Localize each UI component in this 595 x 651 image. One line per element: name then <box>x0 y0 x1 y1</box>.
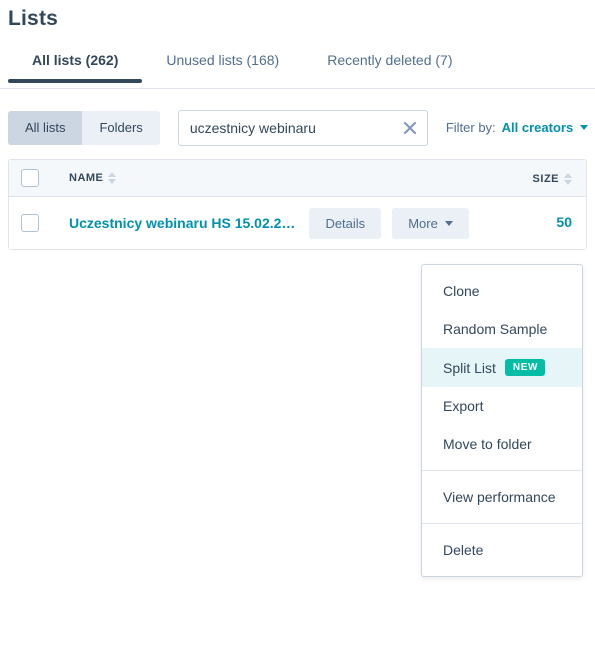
list-size-value: 50 <box>556 214 572 230</box>
menu-item-view-performance-label: View performance <box>443 489 556 505</box>
more-menu: Clone Random Sample Split List NEW Expor… <box>421 264 583 577</box>
more-button[interactable]: More <box>392 207 469 239</box>
page-title: Lists <box>8 7 59 30</box>
menu-separator <box>422 523 582 524</box>
row-size-cell: 50 <box>510 214 572 232</box>
menu-item-random-sample-label: Random Sample <box>443 321 548 337</box>
menu-item-move-to-folder[interactable]: Move to folder <box>422 425 582 463</box>
controls-row: All lists Folders Filter by: All creator… <box>0 89 595 149</box>
menu-item-export[interactable]: Export <box>422 387 582 425</box>
list-name-link[interactable]: Uczestnicy webinaru HS 15.02.2… <box>69 215 295 231</box>
more-button-label: More <box>408 215 438 231</box>
menu-item-delete[interactable]: Delete <box>422 531 582 569</box>
column-header-size[interactable]: SIZE <box>510 169 572 187</box>
chevron-down-icon <box>444 220 453 226</box>
search-input[interactable] <box>177 109 428 146</box>
close-icon[interactable] <box>401 119 419 137</box>
chevron-down-icon[interactable] <box>580 125 589 130</box>
menu-item-delete-label: Delete <box>443 542 484 558</box>
tab-recently-deleted[interactable]: Recently deleted (7) <box>303 52 476 81</box>
view-toggle-all-lists[interactable]: All lists <box>8 110 83 145</box>
search-box <box>177 109 428 146</box>
filter-by-value[interactable]: All creators <box>502 120 574 135</box>
view-toggle-group: All lists Folders <box>8 110 160 145</box>
tab-unused-lists[interactable]: Unused lists (168) <box>142 52 303 81</box>
view-toggle-folders[interactable]: Folders <box>82 110 160 145</box>
menu-item-clone[interactable]: Clone <box>422 272 582 310</box>
column-header-name-label: NAME <box>69 172 104 184</box>
row-name-cell: Uczestnicy webinaru HS 15.02.2… Details … <box>69 207 510 239</box>
tab-unused-lists-label: Unused lists (168) <box>166 52 280 68</box>
table-row: Uczestnicy webinaru HS 15.02.2… Details … <box>9 197 586 249</box>
table-header-row: NAME SIZE <box>9 160 586 197</box>
tab-all-lists-label: All lists (262) <box>32 52 119 68</box>
row-actions: Details More <box>309 207 469 239</box>
filter-by: Filter by: All creators <box>445 120 589 135</box>
menu-item-export-label: Export <box>443 398 484 414</box>
row-checkbox[interactable] <box>21 214 39 232</box>
menu-item-clone-label: Clone <box>443 283 480 299</box>
menu-item-view-performance[interactable]: View performance <box>422 478 582 516</box>
row-select-cell <box>21 214 69 232</box>
lists-table: NAME SIZE Uczestnicy webinaru HS 15.02.2… <box>8 159 587 250</box>
tab-bar: All lists (262) Unused lists (168) Recen… <box>0 52 595 89</box>
select-all-checkbox[interactable] <box>21 169 39 187</box>
menu-separator <box>422 470 582 471</box>
menu-item-split-list[interactable]: Split List NEW <box>422 348 582 387</box>
column-header-size-label: SIZE <box>532 173 559 185</box>
select-all-cell <box>21 169 69 187</box>
sort-icon-name[interactable] <box>108 172 117 184</box>
filter-by-label: Filter by: <box>445 120 496 135</box>
menu-item-random-sample[interactable]: Random Sample <box>422 310 582 348</box>
tab-all-lists[interactable]: All lists (262) <box>8 52 143 83</box>
menu-item-move-to-folder-label: Move to folder <box>443 436 532 452</box>
details-button[interactable]: Details <box>309 207 382 239</box>
column-header-name[interactable]: NAME <box>69 172 510 184</box>
menu-item-split-list-label: Split List <box>443 359 496 376</box>
sort-icon-size[interactable] <box>564 173 572 185</box>
new-badge: NEW <box>504 359 546 376</box>
tab-recently-deleted-label: Recently deleted (7) <box>327 52 453 68</box>
